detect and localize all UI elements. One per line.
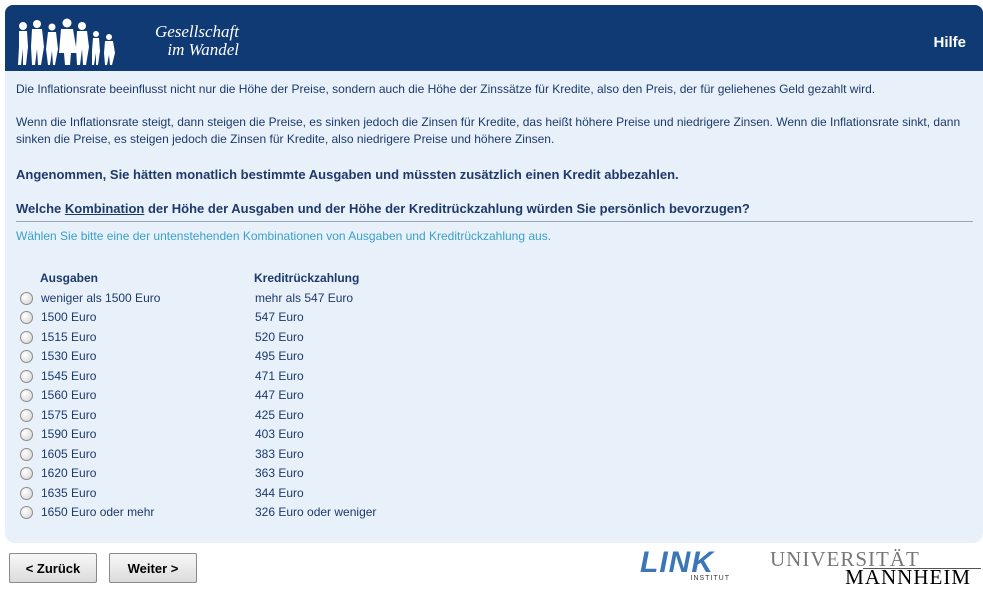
people-silhouettes-icon [18, 18, 115, 65]
question-text-2: Welche Kombination der Höhe der Ausgaben… [16, 200, 971, 217]
radio-button[interactable] [20, 389, 33, 402]
option-kredit: 495 Euro [255, 349, 304, 363]
option-ausgaben: 1620 Euro [41, 466, 97, 480]
radio-button[interactable] [20, 331, 33, 344]
question2-post: der Höhe der Ausgaben und der Höhe der K… [144, 201, 750, 216]
option-row[interactable]: 1650 Euro oder mehr 326 Euro oder wenige… [20, 504, 520, 523]
link-institut-logo: LINK INSTITUT [640, 548, 732, 584]
option-ausgaben: 1530 Euro [41, 349, 97, 363]
option-ausgaben: 1515 Euro [41, 330, 97, 344]
logo-line1: Gesellschaft [154, 22, 239, 41]
option-kredit: 403 Euro [255, 427, 304, 441]
option-kredit: mehr als 547 Euro [255, 291, 354, 305]
option-row[interactable]: weniger als 1500 Euro mehr als 547 Euro [20, 290, 520, 309]
option-row[interactable]: 1575 Euro 425 Euro [20, 407, 520, 426]
radio-button[interactable] [20, 506, 33, 519]
header-bar: Gesellschaft im Wandel Hilfe [5, 5, 983, 68]
option-ausgaben: weniger als 1500 Euro [41, 291, 161, 305]
option-ausgaben: 1635 Euro [41, 486, 97, 500]
option-row[interactable]: 1620 Euro 363 Euro [20, 465, 520, 484]
radio-button[interactable] [20, 448, 33, 461]
option-kredit: 344 Euro [255, 486, 304, 500]
option-kredit: 471 Euro [255, 369, 304, 383]
option-ausgaben: 1605 Euro [41, 447, 97, 461]
help-link[interactable]: Hilfe [933, 34, 966, 51]
option-ausgaben: 1500 Euro [41, 310, 97, 324]
radio-button[interactable] [20, 428, 33, 441]
radio-button[interactable] [20, 409, 33, 422]
option-ausgaben: 1545 Euro [41, 369, 97, 383]
column-header-kreditrueckzahlung: Kreditrückzahlung [254, 271, 360, 285]
option-ausgaben: 1650 Euro oder mehr [41, 505, 155, 519]
question2-underline: Kombination [64, 201, 145, 216]
radio-button[interactable] [20, 487, 33, 500]
intro-paragraph-1: Die Inflationsrate beeinflusst nicht nur… [16, 82, 876, 96]
option-row[interactable]: 1545 Euro 471 Euro [20, 368, 520, 387]
option-ausgaben: 1560 Euro [41, 388, 97, 402]
next-button[interactable]: Weiter > [109, 553, 197, 583]
link-logo-sub: INSTITUT [690, 575, 730, 582]
back-button[interactable]: < Zurück [9, 553, 97, 583]
option-ausgaben: 1575 Euro [41, 408, 97, 422]
option-row[interactable]: 1530 Euro 495 Euro [20, 348, 520, 367]
option-row[interactable]: 1605 Euro 383 Euro [20, 446, 520, 465]
option-kredit: 547 Euro [255, 310, 304, 324]
option-row[interactable]: 1560 Euro 447 Euro [20, 387, 520, 406]
logo-text: Gesellschaft im Wandel [121, 23, 239, 59]
radio-button[interactable] [20, 311, 33, 324]
question-divider [16, 221, 973, 222]
option-kredit: 363 Euro [255, 466, 304, 480]
intro-paragraph-2: Wenn die Inflationsrate steigt, dann ste… [16, 115, 961, 146]
radio-button[interactable] [20, 467, 33, 480]
column-header-ausgaben: Ausgaben [40, 271, 99, 285]
option-ausgaben: 1590 Euro [41, 427, 97, 441]
option-row[interactable]: 1500 Euro 547 Euro [20, 309, 520, 328]
universitaet-mannheim-logo: UNIVERSITÄT MANNHEIM [770, 548, 981, 589]
option-kredit: 447 Euro [255, 388, 304, 402]
option-row[interactable]: 1515 Euro 520 Euro [20, 329, 520, 348]
radio-button[interactable] [20, 350, 33, 363]
logo-line2: im Wandel [167, 40, 239, 59]
option-row[interactable]: 1590 Euro 403 Euro [20, 426, 520, 445]
question2-pre: Welche [16, 201, 65, 216]
option-row[interactable]: 1635 Euro 344 Euro [20, 485, 520, 504]
gesellschaft-im-wandel-logo: Gesellschaft im Wandel [15, 17, 245, 67]
link-logo-word: LINK [640, 546, 714, 579]
instruction-text: Wählen Sie bitte eine der untenstehenden… [16, 229, 552, 243]
option-kredit: 326 Euro oder weniger [255, 505, 377, 519]
option-kredit: 520 Euro [255, 330, 304, 344]
radio-button[interactable] [20, 292, 33, 305]
option-kredit: 383 Euro [255, 447, 304, 461]
option-kredit: 425 Euro [255, 408, 304, 422]
radio-button[interactable] [20, 370, 33, 383]
question-text-1: Angenommen, Sie hätten monatlich bestimm… [16, 167, 679, 182]
uni-logo-line2: MANNHEIM [845, 565, 971, 589]
